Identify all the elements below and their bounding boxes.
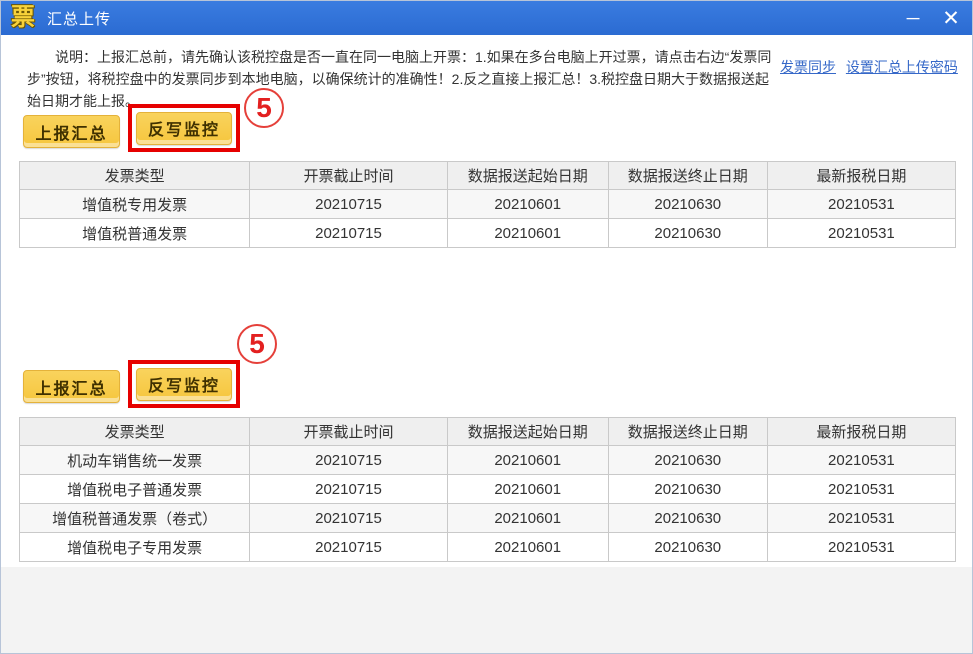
writeback-monitor-button-2[interactable]: 反写监控 <box>136 367 232 401</box>
table-cell: 20210630 <box>607 189 768 219</box>
column-header: 开票截止时间 <box>249 417 448 446</box>
table-cell: 20210715 <box>249 445 448 475</box>
table-cell: 20210601 <box>446 532 609 562</box>
column-header: 数据报送起始日期 <box>446 417 609 446</box>
app-ticket-icon: 票 <box>11 4 35 31</box>
window-controls: ─ ✕ <box>902 8 962 29</box>
report-summary-button-2[interactable]: 上报汇总 <box>23 370 120 403</box>
report-summary-button-1[interactable]: 上报汇总 <box>23 115 120 148</box>
table-row: 增值税专用发票 20210715 20210601 20210630 20210531 <box>18 189 957 219</box>
table-cell: 20210630 <box>607 532 768 562</box>
table-cell: 20210531 <box>766 218 957 248</box>
summary-upload-window: 票 汇总上传 ─ ✕ 说明：上报汇总前，请先确认该税控盘是否一直在同一电脑上开票… <box>0 0 973 654</box>
table-cell: 20210531 <box>766 445 957 475</box>
table-cell: 增值税专用发票 <box>18 189 251 219</box>
table-cell: 增值税电子普通发票 <box>18 474 251 504</box>
instruction-text: 说明：上报汇总前，请先确认该税控盘是否一直在同一电脑上开票：1.如果在多台电脑上… <box>27 49 772 109</box>
table-cell: 20210531 <box>766 189 957 219</box>
table-cell: 20210630 <box>607 474 768 504</box>
set-upload-password-link[interactable]: 设置汇总上传密码 <box>846 59 958 75</box>
table-header-row: 发票类型 开票截止时间 数据报送起始日期 数据报送终止日期 最新报税日期 <box>18 417 957 446</box>
table-cell: 20210715 <box>249 189 448 219</box>
window-title: 汇总上传 <box>47 10 112 28</box>
invoice-table-2: 发票类型 开票截止时间 数据报送起始日期 数据报送终止日期 最新报税日期 机动车销售统一… <box>18 417 957 562</box>
top-links: 发票同步 设置汇总上传密码 <box>780 57 966 77</box>
writeback-monitor-button-1[interactable]: 反写监控 <box>136 111 232 145</box>
column-header: 数据报送终止日期 <box>607 161 768 190</box>
column-header: 数据报送终止日期 <box>607 417 768 446</box>
table-cell: 20210630 <box>607 445 768 475</box>
table-cell: 增值税普通发票（卷式） <box>18 503 251 533</box>
highlight-box-2: 反写监控 <box>128 360 240 408</box>
minimize-icon[interactable]: ─ <box>902 9 924 27</box>
table-row: 增值税电子专用发票 20210715 20210601 20210630 2021053… <box>18 532 957 562</box>
column-header: 最新报税日期 <box>766 161 957 190</box>
column-header: 发票类型 <box>18 417 251 446</box>
invoice-table-1: 发票类型 开票截止时间 数据报送起始日期 数据报送终止日期 最新报税日期 增值税专用发票… <box>18 161 957 248</box>
table-cell: 20210715 <box>249 532 448 562</box>
column-header: 开票截止时间 <box>249 161 448 190</box>
column-header: 最新报税日期 <box>766 417 957 446</box>
column-header: 发票类型 <box>18 161 251 190</box>
table-row: 增值税普通发票（卷式） 20210715 20210601 20210630 20210… <box>18 503 957 533</box>
column-header: 数据报送起始日期 <box>446 161 609 190</box>
highlight-box-1: 反写监控 <box>128 104 240 152</box>
table-cell: 20210601 <box>446 503 609 533</box>
footer-area <box>1 567 972 653</box>
table-cell: 20210531 <box>766 474 957 504</box>
table-cell: 20210630 <box>607 503 768 533</box>
annotation-circle-5-2: 5 <box>237 324 277 364</box>
table-row: 增值税普通发票 20210715 20210601 20210630 20210531 <box>18 218 957 248</box>
table-row: 增值税电子普通发票 20210715 20210601 20210630 2021053… <box>18 474 957 504</box>
annotation-circle-5-1: 5 <box>244 88 284 128</box>
table-header-row: 发票类型 开票截止时间 数据报送起始日期 数据报送终止日期 最新报税日期 <box>18 161 957 190</box>
table-cell: 20210715 <box>249 503 448 533</box>
table-cell: 20210531 <box>766 532 957 562</box>
table-cell: 20210531 <box>766 503 957 533</box>
table-cell: 机动车销售统一发票 <box>18 445 251 475</box>
table-cell: 20210630 <box>607 218 768 248</box>
table-row: 机动车销售统一发票 20210715 20210601 20210630 2021053… <box>18 445 957 475</box>
table-cell: 20210715 <box>249 218 448 248</box>
table-cell: 20210601 <box>446 218 609 248</box>
close-icon[interactable]: ✕ <box>940 8 962 29</box>
table-cell: 20210601 <box>446 445 609 475</box>
table-cell: 增值税普通发票 <box>18 218 251 248</box>
table-cell: 增值税电子专用发票 <box>18 532 251 562</box>
title-bar: 票 汇总上传 ─ ✕ <box>1 1 972 35</box>
table-cell: 20210601 <box>446 189 609 219</box>
invoice-sync-link[interactable]: 发票同步 <box>780 59 836 75</box>
table-cell: 20210601 <box>446 474 609 504</box>
table-cell: 20210715 <box>249 474 448 504</box>
